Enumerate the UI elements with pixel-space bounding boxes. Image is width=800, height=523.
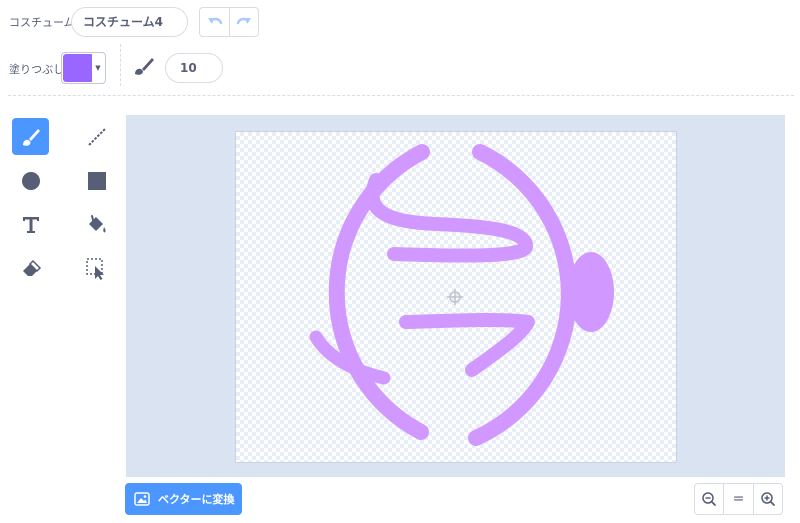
costume-header: コスチューム コスチューム4 (0, 0, 800, 44)
paint-options: 塗りつぶし ▼ 10 (0, 44, 800, 94)
undo-redo-group (199, 7, 259, 37)
costume-label: コスチューム (9, 16, 75, 29)
convert-button-label: ベクターに変換 (158, 493, 235, 506)
divider (8, 95, 794, 96)
image-icon (134, 492, 150, 506)
zoom-out-button[interactable] (695, 484, 723, 514)
rectangle-icon (87, 171, 106, 190)
text-tool[interactable] (12, 206, 49, 243)
fill-tool[interactable] (78, 206, 115, 243)
costume-name-input[interactable]: コスチューム4 (71, 7, 188, 37)
undo-icon (207, 17, 222, 25)
eraser-icon (22, 259, 41, 276)
zoom-in-icon (761, 492, 775, 506)
rectangle-tool[interactable] (78, 162, 115, 199)
chevron-down-icon: ▼ (95, 64, 101, 72)
select-tool[interactable] (78, 250, 115, 287)
zoom-in-button[interactable] (752, 484, 782, 514)
brush-tool[interactable] (12, 118, 49, 155)
drawing (309, 144, 614, 446)
fill-label: 塗りつぶし (9, 63, 65, 76)
line-tool[interactable] (78, 118, 115, 155)
undo-button[interactable] (200, 8, 229, 36)
select-icon (85, 257, 104, 280)
redo-icon (236, 17, 251, 25)
zoom-reset-label: = (732, 491, 745, 507)
circle-tool[interactable] (12, 162, 49, 199)
fill-color-picker[interactable]: ▼ (61, 52, 106, 84)
brush-size-icon (135, 58, 154, 75)
circle-icon (21, 171, 40, 190)
fill-bucket-icon (88, 214, 106, 232)
rotation-center-icon (447, 289, 463, 305)
eraser-tool[interactable] (12, 250, 49, 287)
zoom-out-icon (702, 492, 717, 506)
brush-icon (22, 128, 40, 146)
brush-size-input[interactable]: 10 (165, 53, 223, 83)
convert-to-vector-button[interactable]: ベクターに変換 (125, 483, 242, 515)
line-icon (87, 127, 106, 146)
paint-canvas[interactable] (235, 131, 677, 463)
zoom-controls: = (694, 483, 783, 515)
text-icon (22, 216, 39, 233)
redo-button[interactable] (229, 8, 258, 36)
divider (120, 44, 121, 86)
fill-swatch (63, 54, 92, 82)
zoom-reset-button[interactable]: = (723, 484, 752, 514)
